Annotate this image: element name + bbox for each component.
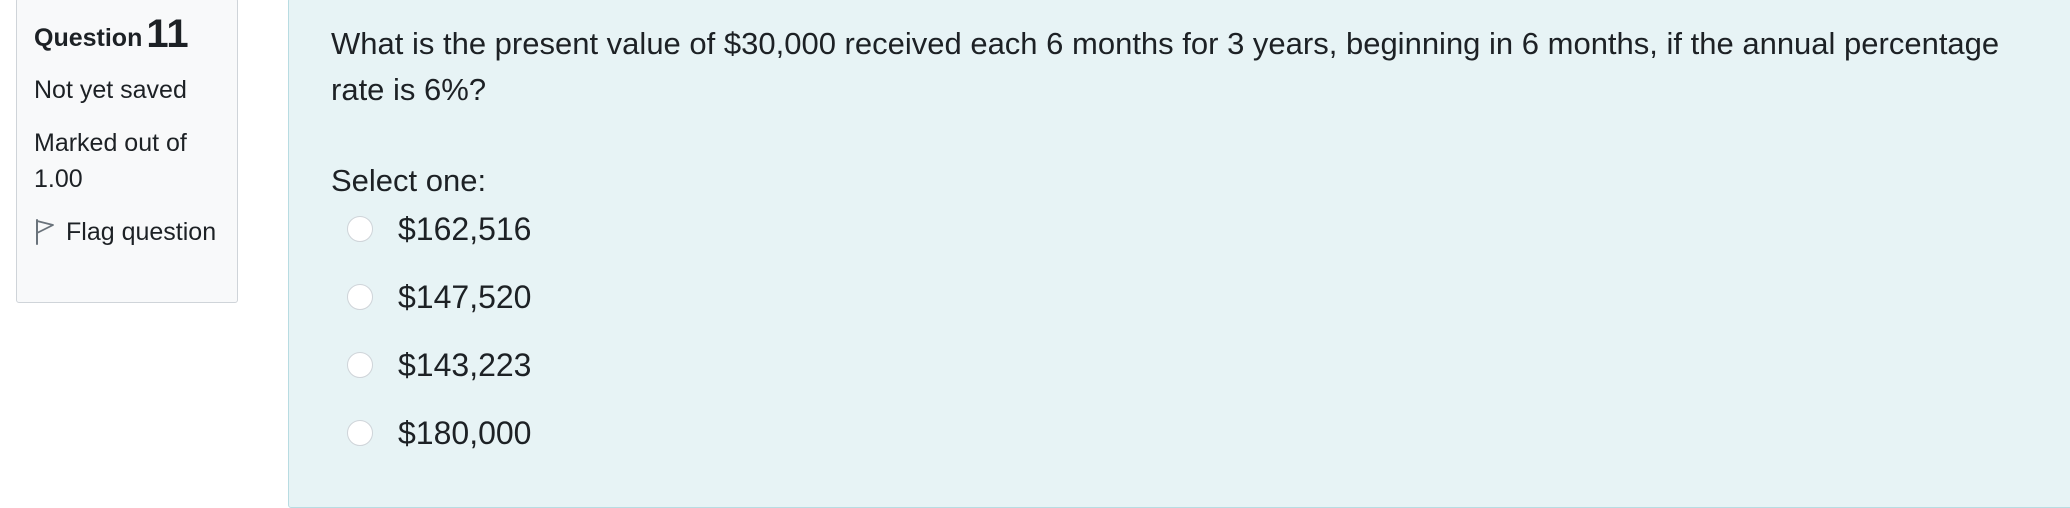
answer-option-1[interactable]: $162,516 bbox=[347, 206, 531, 252]
radio-button[interactable] bbox=[347, 284, 373, 310]
question-grade: Marked out of 1.00 bbox=[34, 129, 187, 193]
answer-option-4[interactable]: $180,000 bbox=[347, 410, 531, 456]
answer-options: $162,516 $147,520 $143,223 $180,000 bbox=[347, 206, 531, 478]
question-content: What is the present value of $30,000 rec… bbox=[288, 0, 2070, 508]
question-number: 11 bbox=[146, 12, 189, 56]
select-one-prompt: Select one: bbox=[331, 163, 487, 198]
answer-option-2[interactable]: $147,520 bbox=[347, 274, 531, 320]
answer-option-label[interactable]: $147,520 bbox=[398, 274, 531, 320]
question-state: Not yet saved bbox=[34, 76, 187, 104]
answer-option-label[interactable]: $162,516 bbox=[398, 206, 531, 252]
radio-button[interactable] bbox=[347, 216, 373, 242]
flag-question-label: Flag question bbox=[66, 218, 217, 246]
question-number-heading: Question 11 bbox=[34, 12, 219, 56]
question-label: Question bbox=[34, 24, 143, 52]
question-text: What is the present value of $30,000 rec… bbox=[331, 26, 2000, 107]
radio-button[interactable] bbox=[347, 352, 373, 378]
flag-icon bbox=[34, 218, 56, 246]
answer-option-label[interactable]: $180,000 bbox=[398, 410, 531, 456]
answer-option-3[interactable]: $143,223 bbox=[347, 342, 531, 388]
question-info-panel: Question 11 Not yet saved Marked out of 1… bbox=[16, 0, 238, 303]
answer-option-label[interactable]: $143,223 bbox=[398, 342, 531, 388]
radio-button[interactable] bbox=[347, 420, 373, 446]
flag-question-link[interactable]: Flag question bbox=[34, 214, 219, 250]
